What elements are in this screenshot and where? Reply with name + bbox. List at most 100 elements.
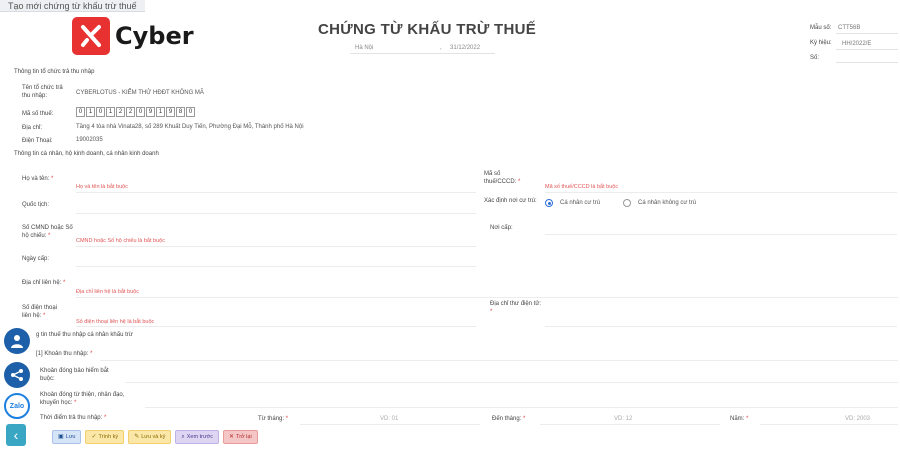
year-label: Năm: *: [730, 415, 748, 423]
tax-digit: 2: [116, 107, 125, 117]
check-icon: ✓: [91, 434, 97, 440]
required-mark: *: [490, 309, 493, 315]
residence-radio-nonresident[interactable]: [623, 199, 631, 207]
fullname-underline: [76, 192, 476, 193]
payer-tax-label: Mã số thuế:: [22, 111, 54, 117]
tax-digit: 1: [106, 107, 115, 117]
charity-label-text: Khoản đóng từ thiện, nhân đạo, khuyến họ…: [40, 392, 125, 406]
contact-address-input[interactable]: Địa chỉ liên hệ là bắt buộc: [76, 289, 139, 295]
nationality-label: Quốc tịch:: [22, 202, 50, 208]
number-label: Số:: [810, 55, 820, 61]
user-icon: [11, 335, 23, 348]
contact-address-label: Địa chỉ liên hệ: *: [22, 279, 65, 287]
to-month-label: Đến tháng: *: [492, 415, 525, 423]
issue-place-input[interactable]: [545, 234, 897, 235]
from-month-label-text: Từ tháng:: [258, 416, 285, 422]
issue-place-label: Nơi cấp:: [490, 225, 513, 231]
zalo-button[interactable]: Zalo: [4, 393, 30, 419]
nationality-input[interactable]: [76, 213, 476, 214]
symbol-label: Ký hiệu:: [810, 40, 832, 46]
cyber-logo: Cyber: [72, 17, 194, 55]
residence-option-nonresident[interactable]: Cá nhân không cư trú: [638, 200, 696, 206]
payer-name-value: CYBERLOTUS - KIỂM THỬ HĐĐT KHÔNG MÃ: [76, 90, 204, 96]
document-date[interactable]: , 31/12/2022: [440, 45, 480, 51]
symbol-value[interactable]: HH/2022/E: [842, 41, 871, 47]
required-mark: *: [523, 416, 526, 422]
taxid-label: Mã số thuế/CCCD: *: [484, 170, 534, 186]
back-label: Trở lại: [236, 434, 252, 440]
payer-tax-code: 0 1 0 1 2 2 0 9 1 9 8 0: [76, 107, 196, 117]
preview-button[interactable]: ⌕ Xem trước: [175, 430, 220, 444]
insurance-input[interactable]: [125, 382, 898, 383]
brand-name: Cyber: [115, 22, 194, 50]
issue-date-input[interactable]: [76, 266, 476, 267]
required-mark: *: [746, 416, 749, 422]
search-icon: ⌕: [181, 434, 185, 440]
document-place[interactable]: Hà Nội: [355, 45, 373, 51]
tax-digit: 1: [86, 107, 95, 117]
to-month-input[interactable]: VD: 12: [614, 416, 632, 422]
taxid-underline: [545, 192, 897, 193]
from-month-label: Từ tháng: *: [258, 415, 288, 423]
issue-date-label: Ngày cấp:: [22, 256, 50, 262]
user-support-button[interactable]: [4, 328, 30, 354]
required-mark: *: [103, 415, 107, 421]
required-mark: *: [63, 280, 66, 286]
required-mark: *: [90, 351, 93, 357]
income-amount-input[interactable]: [100, 360, 898, 361]
share-button[interactable]: [4, 362, 30, 388]
tax-digit: 9: [166, 107, 175, 117]
tax-digit: 0: [76, 107, 85, 117]
form-number-underline: [836, 33, 898, 34]
payer-section-title: Thông tin tổ chức trả thu nhập: [14, 69, 95, 75]
save-sign-label: Lưu và ký: [141, 434, 166, 440]
save-sign-button[interactable]: ✎ Lưu và ký: [128, 430, 172, 444]
to-month-underline: [540, 424, 720, 425]
form-number-value[interactable]: CTT56B: [838, 25, 860, 31]
contact-address-label-text: Địa chỉ liên hệ:: [22, 280, 62, 286]
payer-name-label: Tên tổ chức trả thu nhập:: [22, 85, 63, 99]
payer-address-label: Địa chỉ:: [22, 125, 43, 131]
pay-period-label: Thời điểm trả thu nhập: *: [40, 414, 106, 422]
residence-radio-resident[interactable]: [545, 199, 553, 207]
payer-phone-value: 19002035: [76, 137, 103, 143]
pay-period-label-text: Thời điểm trả thu nhập:: [40, 415, 103, 421]
chevron-left-icon: ‹: [13, 427, 19, 443]
fullname-label-text: Họ và tên:: [22, 176, 50, 182]
page-tab[interactable]: Tạo mới chứng từ khấu trừ thuế: [0, 0, 145, 12]
action-toolbar: ▣ Lưu ✓ Trình ký ✎ Lưu và ký ⌕ Xem trước ✕ Tr…: [52, 430, 262, 444]
person-section-title: Thông tin cá nhân, hộ kinh doanh, cá nhâ…: [14, 151, 159, 157]
collapse-sidebar-button[interactable]: ‹: [6, 424, 26, 446]
date-separator: ,: [440, 45, 442, 51]
year-input[interactable]: VD: 2003: [845, 416, 870, 422]
tax-digit: 9: [146, 107, 155, 117]
tax-digit: 0: [96, 107, 105, 117]
email-input[interactable]: [545, 326, 897, 327]
payer-phone-label: Điện Thoại:: [22, 138, 53, 144]
share-icon: [11, 369, 23, 381]
tax-digit: 1: [156, 107, 165, 117]
charity-input[interactable]: [145, 407, 898, 408]
residence-option-resident[interactable]: Cá nhân cư trú: [560, 200, 600, 206]
form-number-label: Mẫu số:: [810, 25, 832, 31]
income-amount-label: [1] Khoản thu nhập: *: [36, 350, 92, 358]
number-underline: [836, 62, 898, 63]
contact-phone-input[interactable]: Số điện thoại liên hệ là bắt buộc: [76, 319, 154, 325]
fullname-label: Họ và tên: *: [22, 175, 53, 183]
submit-sign-button[interactable]: ✓ Trình ký: [85, 430, 125, 444]
pen-icon: ✎: [134, 434, 140, 440]
document-title: CHỨNG TỪ KHẤU TRỪ THUẾ: [318, 21, 537, 38]
income-section-title: g tin thuế thu nhập cá nhân khấu trừ: [36, 332, 133, 338]
save-button[interactable]: ▣ Lưu: [52, 430, 82, 444]
residence-label: Xác định nơi cư trú:: [484, 198, 537, 204]
from-month-input[interactable]: VD: 01: [380, 416, 398, 422]
tax-digit: 0: [136, 107, 145, 117]
insurance-label: Khoản đóng bảo hiểm bắt buộc:: [40, 368, 109, 382]
year-label-text: Năm:: [730, 416, 745, 422]
id-number-input[interactable]: CMND hoặc Số hộ chiếu là bắt buộc: [76, 238, 165, 244]
back-button[interactable]: ✕ Trở lại: [223, 430, 258, 444]
save-button-label: Lưu: [65, 434, 76, 440]
taxid-input[interactable]: Mã số thuế/CCCD là bắt buộc: [545, 184, 618, 190]
date-value: 31/12/2022: [450, 45, 481, 51]
fullname-input[interactable]: Họ và tên là bắt buộc: [76, 184, 128, 190]
